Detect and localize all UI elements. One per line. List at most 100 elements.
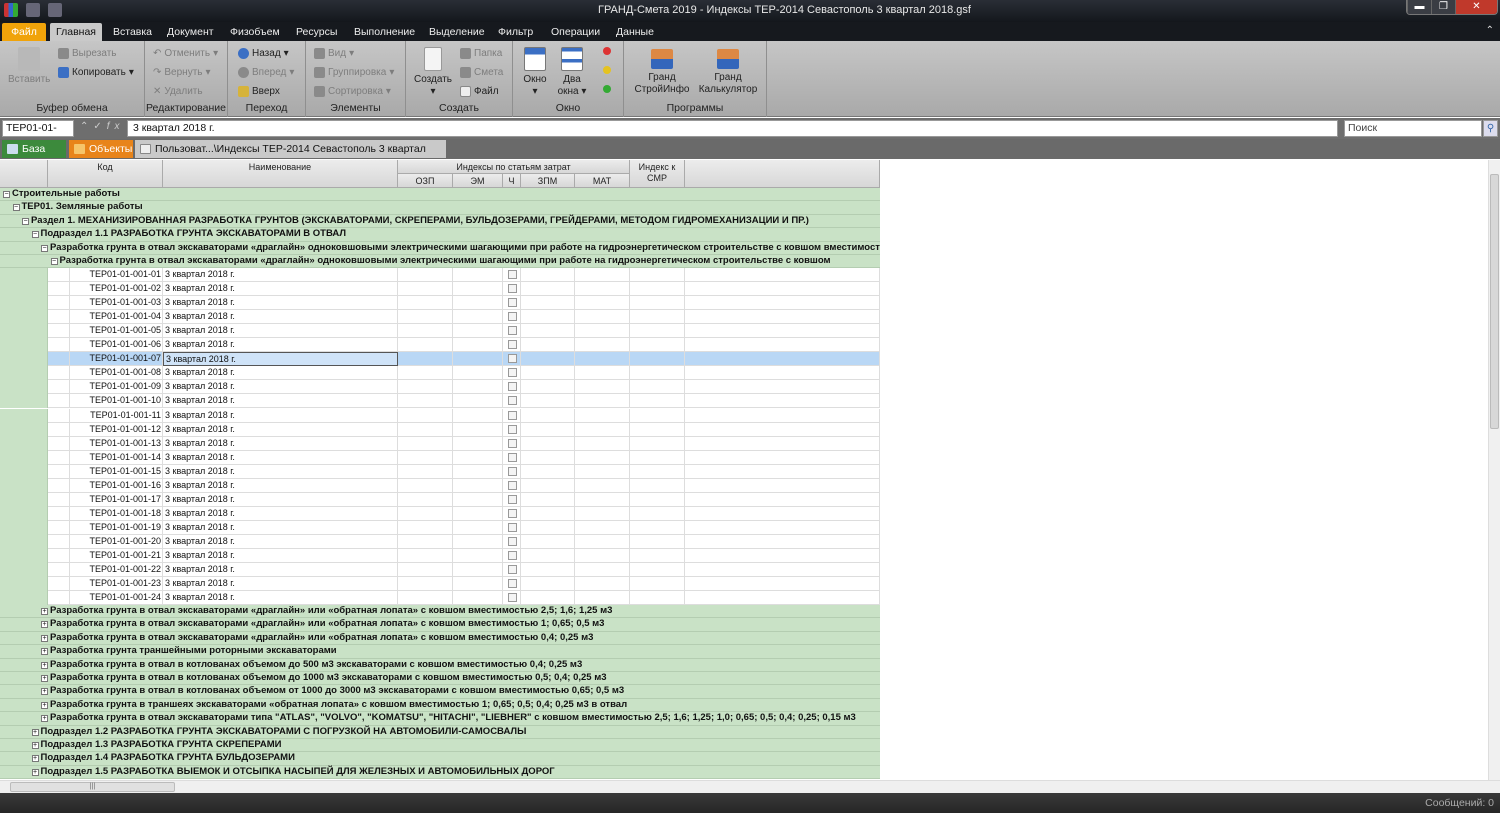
code-cell[interactable]: ТЕР01-01-001-21 <box>70 549 163 563</box>
code-cell[interactable]: ТЕР01-01-001-15 <box>70 464 163 479</box>
value-cell[interactable] <box>398 366 453 381</box>
expand-icon[interactable]: + <box>41 688 48 696</box>
value-cell[interactable] <box>521 380 575 395</box>
value-cell[interactable] <box>630 492 685 507</box>
tab-resources[interactable]: Ресурсы <box>290 23 343 41</box>
name-cell[interactable]: 3 квартал 2018 г. <box>163 436 398 451</box>
value-cell[interactable] <box>398 591 453 606</box>
value-cell[interactable] <box>575 563 630 578</box>
value-cell[interactable] <box>521 436 575 451</box>
grand-stroyinfo-button[interactable]: Гранд СтройИнфо <box>632 49 692 96</box>
value-cell[interactable] <box>685 591 880 606</box>
ch-checkbox[interactable] <box>508 298 517 308</box>
ch-checkbox[interactable] <box>508 536 517 546</box>
group-row[interactable]: + Разработка грунта в отвал экскаваторами… <box>0 631 880 646</box>
code-cell[interactable]: ТЕР01-01-001-19 <box>70 520 163 535</box>
value-cell[interactable] <box>398 450 453 465</box>
back-button[interactable]: Назад ▾ <box>238 48 289 59</box>
value-cell[interactable] <box>575 464 630 479</box>
value-cell[interactable] <box>521 324 575 339</box>
value-cell[interactable] <box>398 394 453 409</box>
print-icon[interactable] <box>48 3 62 17</box>
value-cell[interactable] <box>575 338 630 353</box>
value-cell[interactable] <box>521 492 575 507</box>
value-cell[interactable] <box>685 520 880 535</box>
value-cell[interactable] <box>48 591 70 606</box>
value-cell[interactable] <box>575 380 630 395</box>
collapse-icon[interactable]: − <box>50 258 58 265</box>
header-code[interactable]: Код <box>48 160 163 188</box>
code-cell[interactable]: ТЕР01-01-001-08 <box>70 366 163 381</box>
table-row[interactable]: ТЕР01-01-001-17 3 квартал 2018 г. <box>0 492 880 507</box>
value-cell[interactable] <box>398 464 453 479</box>
value-cell[interactable] <box>48 534 70 549</box>
value-cell[interactable] <box>398 506 453 521</box>
tab-operations[interactable]: Операции <box>545 23 606 41</box>
value-cell[interactable] <box>521 577 575 592</box>
value-cell[interactable] <box>398 338 453 353</box>
ch-checkbox[interactable] <box>508 508 517 518</box>
redo-button[interactable]: ↷ Вернуть ▾ <box>153 67 211 78</box>
table-row[interactable]: ТЕР01-01-001-19 3 квартал 2018 г. <box>0 520 880 535</box>
value-cell[interactable] <box>48 408 70 423</box>
value-cell[interactable] <box>630 352 685 367</box>
table-row[interactable]: ТЕР01-01-001-05 3 квартал 2018 г. <box>0 324 880 339</box>
value-cell[interactable] <box>685 478 880 493</box>
name-cell[interactable]: 3 квартал 2018 г. <box>163 268 398 282</box>
value-cell[interactable] <box>48 450 70 465</box>
value-cell[interactable] <box>630 478 685 493</box>
value-cell[interactable] <box>48 394 70 409</box>
value-cell[interactable] <box>685 366 880 381</box>
tab-volume[interactable]: Физобъем <box>224 23 286 41</box>
group-row[interactable]: + Подраздел 1.2 РАЗРАБОТКА ГРУНТА ЭКСКАВА… <box>0 725 880 739</box>
group-row[interactable]: + Разработка грунта в отвал в котлованах … <box>0 685 880 699</box>
value-cell[interactable] <box>630 577 685 592</box>
value-cell[interactable] <box>453 394 503 409</box>
name-cell[interactable]: 3 квартал 2018 г. <box>163 310 398 325</box>
grouping-button[interactable]: Группировка ▾ <box>314 67 394 78</box>
value-cell[interactable] <box>453 352 503 367</box>
code-cell[interactable]: ТЕР01-01-001-23 <box>70 577 163 592</box>
name-cell[interactable]: 3 квартал 2018 г. <box>163 520 398 535</box>
value-cell[interactable] <box>398 520 453 535</box>
collapse-icon[interactable]: − <box>41 244 48 252</box>
code-cell[interactable]: ТЕР01-01-001-12 <box>70 422 163 437</box>
expand-icon[interactable]: + <box>41 715 48 723</box>
value-cell[interactable] <box>575 296 630 311</box>
expand-icon[interactable]: + <box>31 728 39 736</box>
value-cell[interactable] <box>685 450 880 465</box>
value-cell[interactable] <box>453 549 503 563</box>
value-cell[interactable] <box>48 352 70 367</box>
header-zpm[interactable]: ЗПМ <box>521 174 575 188</box>
name-cell[interactable]: 3 квартал 2018 г. <box>163 506 398 521</box>
value-cell[interactable] <box>575 310 630 325</box>
group-row[interactable]: + Разработка грунта в отвал экскаваторами… <box>0 605 880 619</box>
minimize-button[interactable]: ▬ <box>1407 0 1431 14</box>
table-row[interactable]: ТЕР01-01-001-02 3 квартал 2018 г. <box>0 282 880 297</box>
window-button[interactable]: Окно ▾ <box>519 47 551 98</box>
value-cell[interactable] <box>521 549 575 563</box>
group-row[interactable]: − Подраздел 1.1 РАЗРАБОТКА ГРУНТА ЭКСКАВА… <box>0 228 880 242</box>
group-row[interactable]: + Разработка грунта в траншеях экскаватор… <box>0 698 880 713</box>
value-cell[interactable] <box>521 366 575 381</box>
value-cell[interactable] <box>575 268 630 282</box>
value-cell[interactable] <box>453 296 503 311</box>
value-cell[interactable] <box>630 268 685 282</box>
code-cell[interactable]: ТЕР01-01-001-11 <box>70 408 163 423</box>
value-cell[interactable] <box>398 282 453 297</box>
table-row[interactable]: ТЕР01-01-001-15 3 квартал 2018 г. <box>0 464 880 479</box>
header-em[interactable]: ЭМ <box>453 174 503 188</box>
value-cell[interactable] <box>521 352 575 367</box>
ch-checkbox[interactable] <box>508 396 517 406</box>
value-cell[interactable] <box>685 282 880 297</box>
value-cell[interactable] <box>630 324 685 339</box>
expand-icon[interactable]: + <box>31 755 39 763</box>
group-row[interactable]: + Подраздел 1.4 РАЗРАБОТКА ГРУНТА БУЛЬДОЗ… <box>0 752 880 766</box>
expand-icon[interactable]: + <box>41 608 48 615</box>
tab-home[interactable]: Главная <box>50 23 102 41</box>
value-cell[interactable] <box>453 478 503 493</box>
value-cell[interactable] <box>398 352 453 367</box>
ch-checkbox[interactable] <box>508 565 517 575</box>
value-cell[interactable] <box>453 268 503 282</box>
value-cell[interactable] <box>521 534 575 549</box>
